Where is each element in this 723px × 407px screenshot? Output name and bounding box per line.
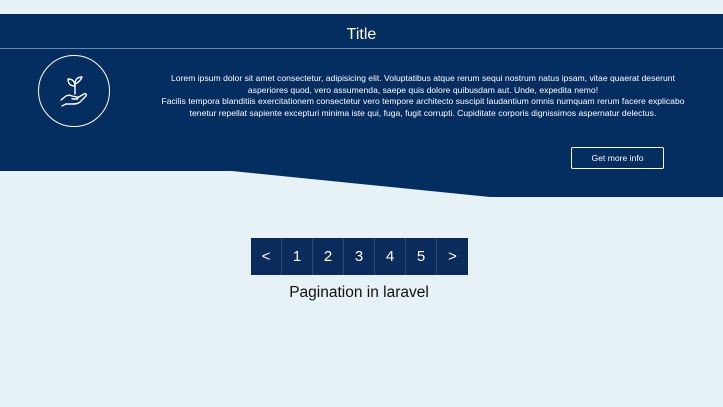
pagination-page-4[interactable]: 4 [375,238,406,275]
title-divider [0,48,723,49]
get-more-info-button[interactable]: Get more info [571,147,664,169]
page-title: Title [346,26,377,43]
pagination-next-button[interactable]: > [437,238,468,275]
pagination-page-3[interactable]: 3 [344,238,375,275]
pagination-caption: Pagination in laravel [289,284,429,301]
banner-description: Lorem ipsum dolor sit amet consectetur, … [150,73,696,119]
pagination-prev-button[interactable]: < [251,238,282,275]
pagination-page-1[interactable]: 1 [282,238,313,275]
plant-hand-icon [38,55,110,127]
pagination: < 1 2 3 4 5 > [251,238,468,275]
pagination-page-2[interactable]: 2 [313,238,344,275]
banner-paragraph-1: Lorem ipsum dolor sit amet consectetur, … [171,73,675,95]
pagination-page-5[interactable]: 5 [406,238,437,275]
banner-paragraph-2: Facilis tempora blanditiis exercitatione… [161,96,685,118]
